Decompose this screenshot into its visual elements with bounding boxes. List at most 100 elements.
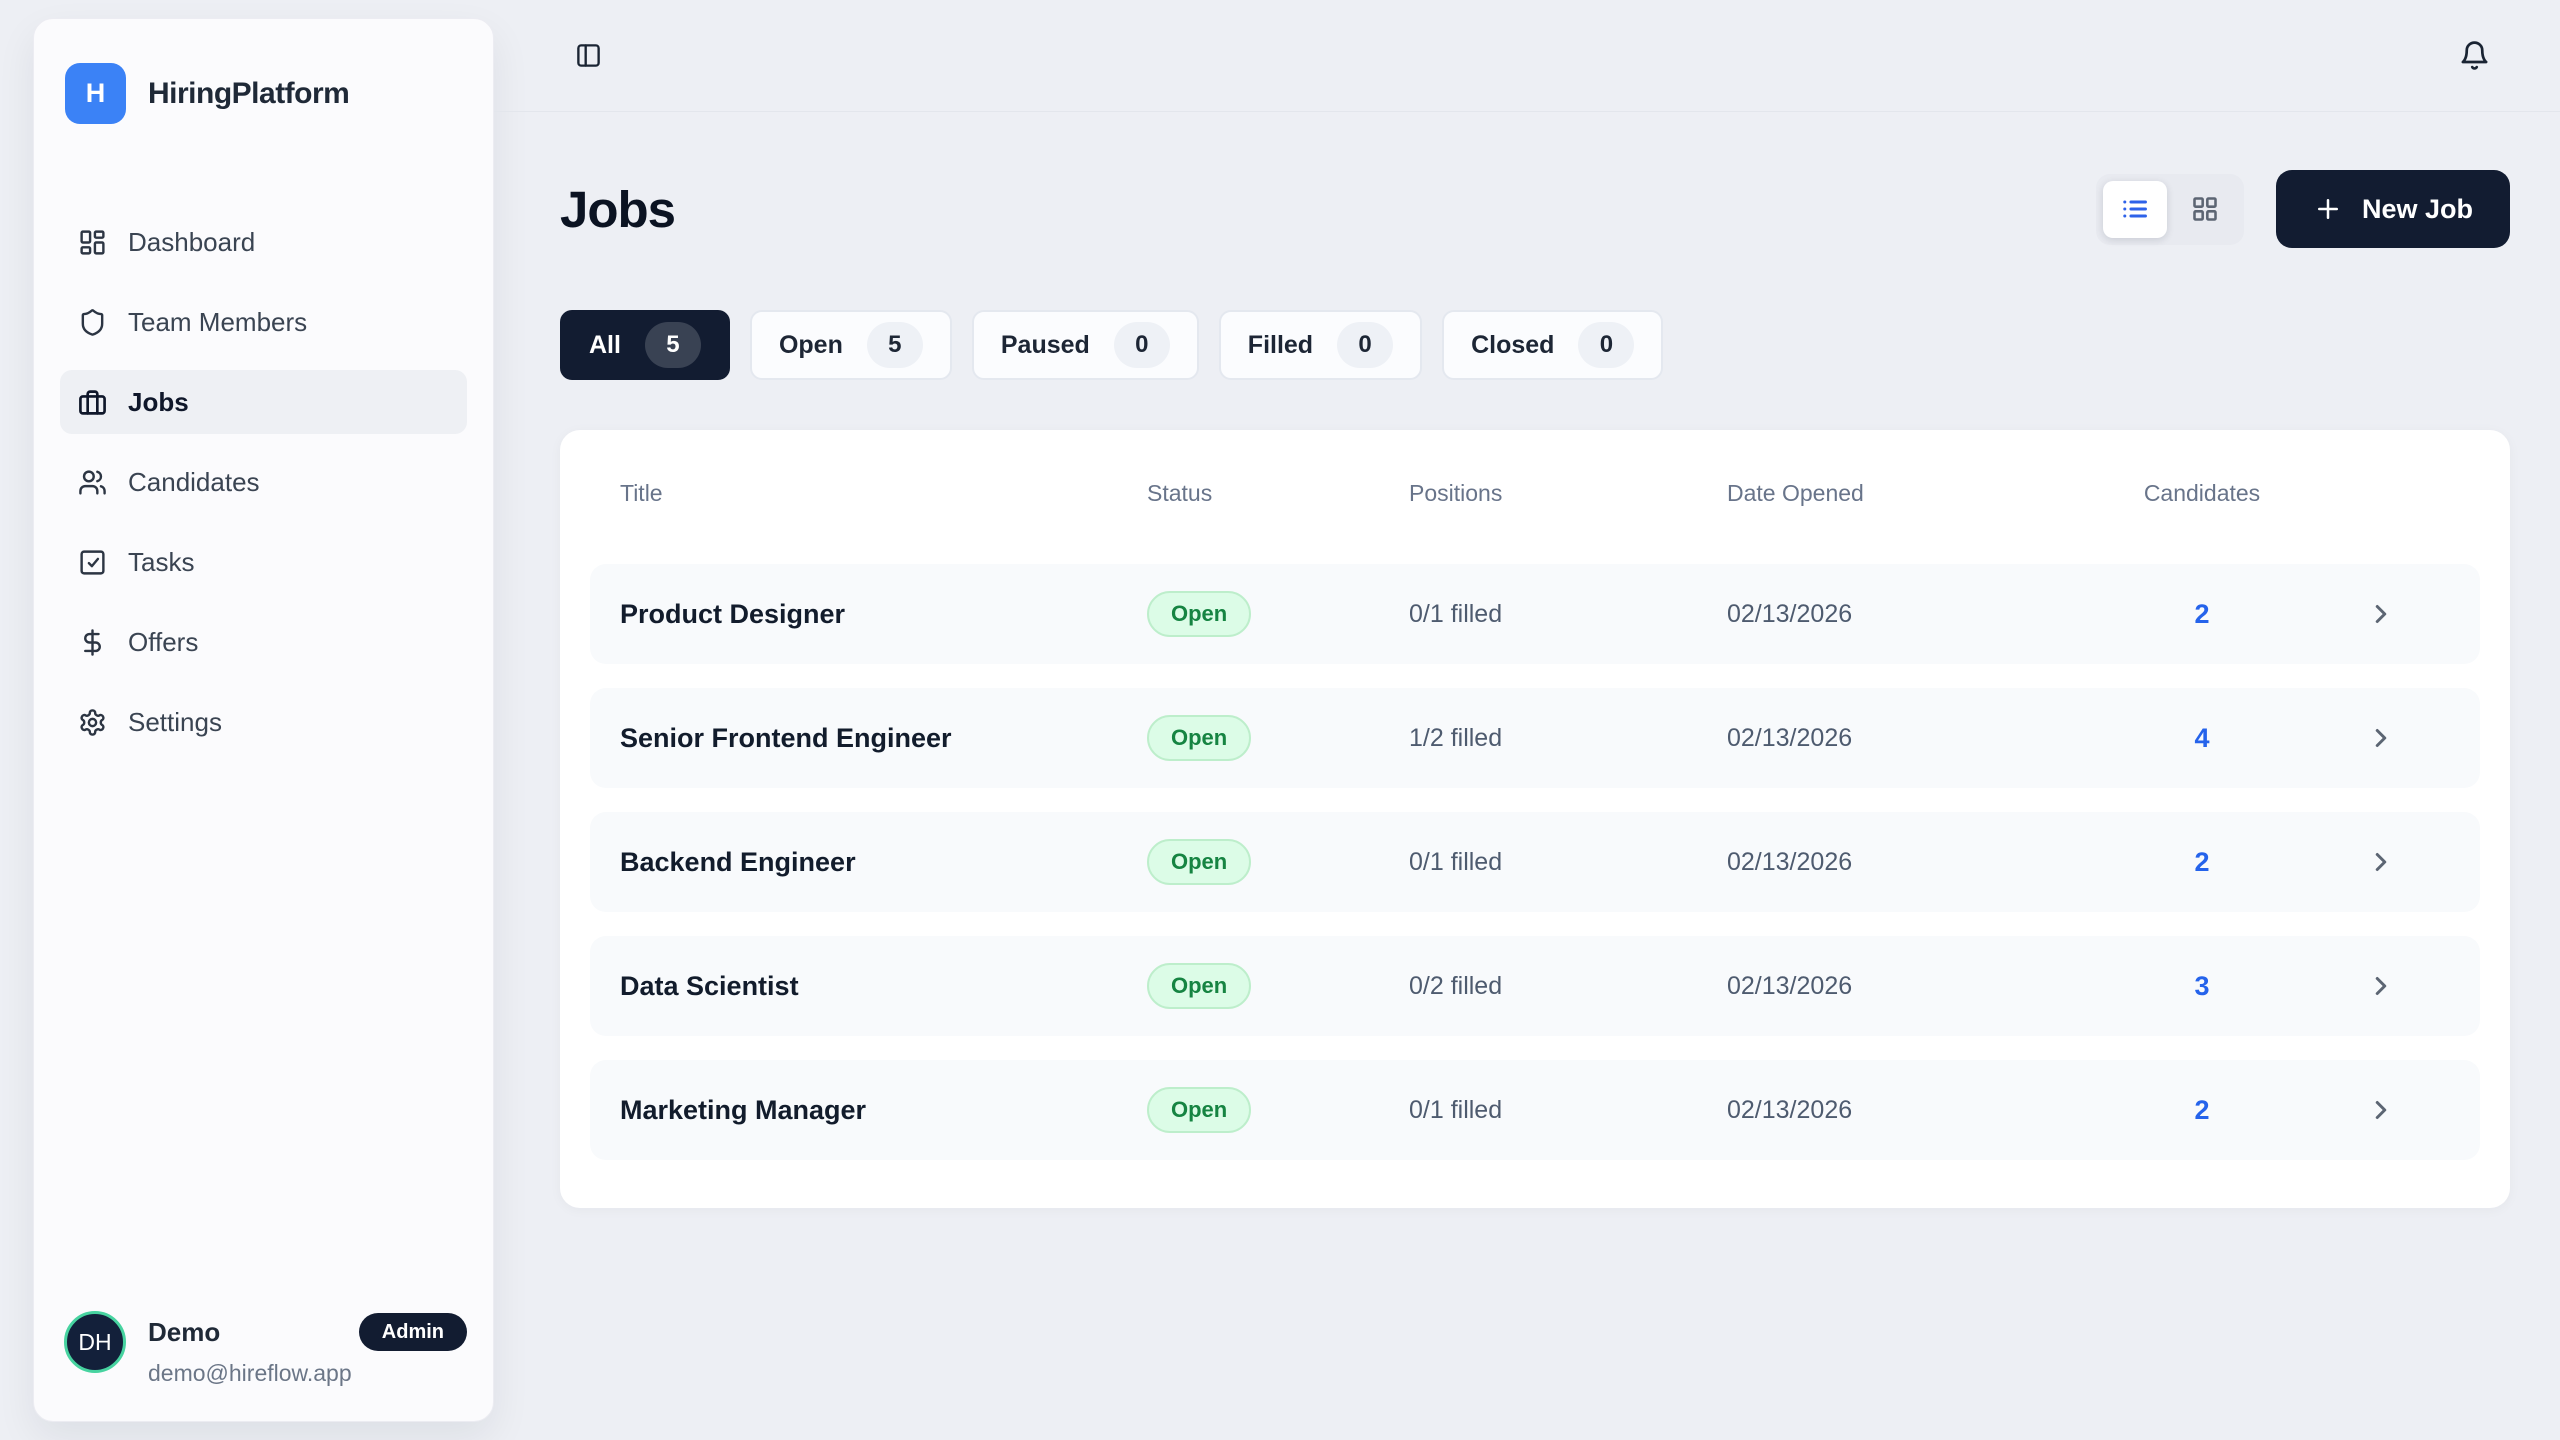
filter-tab-paused[interactable]: Paused 0 — [972, 310, 1199, 380]
role-badge: Admin — [359, 1313, 467, 1351]
table-row[interactable]: Marketing Manager Open 0/1 filled 02/13/… — [590, 1060, 2480, 1160]
filter-tab-label: Open — [779, 331, 843, 360]
positions-value: 0/1 filled — [1409, 848, 1727, 877]
positions-value: 0/2 filled — [1409, 972, 1727, 1001]
date-opened-value: 02/13/2026 — [1727, 1096, 2092, 1125]
sidebar-item-settings[interactable]: Settings — [60, 690, 467, 754]
date-opened-value: 02/13/2026 — [1727, 724, 2092, 753]
sidebar-item-tasks[interactable]: Tasks — [60, 530, 467, 594]
sidebar-item-label: Team Members — [128, 307, 307, 338]
bell-icon — [2459, 40, 2490, 71]
sidebar-item-label: Dashboard — [128, 227, 255, 258]
job-title: Backend Engineer — [620, 847, 1147, 878]
content: Jobs New Job All 5 — [494, 170, 2560, 1208]
candidates-count[interactable]: 2 — [2092, 599, 2312, 630]
date-opened-value: 02/13/2026 — [1727, 848, 2092, 877]
status-badge: Open — [1147, 963, 1251, 1009]
candidates-count[interactable]: 2 — [2092, 847, 2312, 878]
notifications-button[interactable] — [2459, 40, 2490, 71]
page-title: Jobs — [560, 180, 675, 239]
new-job-button[interactable]: New Job — [2276, 170, 2510, 248]
app-name: HiringPlatform — [148, 77, 349, 111]
list-icon — [2121, 195, 2149, 223]
briefcase-icon — [78, 388, 107, 417]
filter-tab-count: 5 — [867, 322, 923, 368]
table-row[interactable]: Product Designer Open 0/1 filled 02/13/2… — [590, 564, 2480, 664]
filter-tab-all[interactable]: All 5 — [560, 310, 730, 380]
sidebar-nav: Dashboard Team Members Jobs Candidates T… — [60, 210, 467, 754]
status-badge: Open — [1147, 715, 1251, 761]
sidebar-item-label: Jobs — [128, 387, 189, 418]
column-header-status: Status — [1147, 480, 1409, 507]
task-check-icon — [78, 548, 107, 577]
candidates-count[interactable]: 2 — [2092, 1095, 2312, 1126]
filter-tabs: All 5 Open 5 Paused 0 Filled 0 Closed 0 — [560, 310, 2510, 380]
sidebar: H HiringPlatform Dashboard Team Members … — [33, 18, 494, 1422]
filter-tab-count: 0 — [1114, 322, 1170, 368]
chevron-right-icon[interactable] — [2312, 1095, 2450, 1125]
sidebar-toggle-button[interactable] — [575, 42, 602, 69]
filter-tab-filled[interactable]: Filled 0 — [1219, 310, 1422, 380]
positions-value: 0/1 filled — [1409, 600, 1727, 629]
avatar: DH — [64, 1311, 126, 1373]
chevron-right-icon[interactable] — [2312, 723, 2450, 753]
filter-tab-count: 0 — [1337, 322, 1393, 368]
job-title: Data Scientist — [620, 971, 1147, 1002]
gear-icon — [78, 708, 107, 737]
sidebar-item-jobs[interactable]: Jobs — [60, 370, 467, 434]
sidebar-item-label: Settings — [128, 707, 222, 738]
dashboard-icon — [78, 228, 107, 257]
plus-icon — [2313, 194, 2343, 224]
job-title: Senior Frontend Engineer — [620, 723, 1147, 754]
sidebar-item-team-members[interactable]: Team Members — [60, 290, 467, 354]
table-row[interactable]: Data Scientist Open 0/2 filled 02/13/202… — [590, 936, 2480, 1036]
job-title: Marketing Manager — [620, 1095, 1147, 1126]
shield-icon — [78, 308, 107, 337]
candidates-count[interactable]: 4 — [2092, 723, 2312, 754]
positions-value: 1/2 filled — [1409, 724, 1727, 753]
user-email: demo@hireflow.app — [148, 1360, 467, 1387]
grid-view-button[interactable] — [2173, 181, 2237, 238]
new-job-label: New Job — [2362, 194, 2473, 225]
filter-tab-count: 0 — [1578, 322, 1634, 368]
view-toggle — [2096, 174, 2244, 245]
column-header-candidates: Candidates — [2092, 480, 2312, 507]
filter-tab-label: Paused — [1001, 331, 1090, 360]
candidates-count[interactable]: 3 — [2092, 971, 2312, 1002]
sidebar-toggle-icon — [575, 42, 602, 69]
chevron-right-icon[interactable] — [2312, 971, 2450, 1001]
sidebar-item-label: Offers — [128, 627, 198, 658]
filter-tab-label: All — [589, 331, 621, 360]
users-icon — [78, 468, 107, 497]
column-header-date-opened: Date Opened — [1727, 480, 2092, 507]
user-name: Demo — [148, 1317, 220, 1348]
sidebar-item-candidates[interactable]: Candidates — [60, 450, 467, 514]
grid-icon — [2191, 195, 2219, 223]
sidebar-item-dashboard[interactable]: Dashboard — [60, 210, 467, 274]
chevron-right-icon[interactable] — [2312, 599, 2450, 629]
date-opened-value: 02/13/2026 — [1727, 972, 2092, 1001]
dollar-icon — [78, 628, 107, 657]
column-header-title: Title — [620, 480, 1147, 507]
jobs-table: Title Status Positions Date Opened Candi… — [560, 430, 2510, 1208]
table-row[interactable]: Senior Frontend Engineer Open 1/2 filled… — [590, 688, 2480, 788]
user-panel[interactable]: DH Demo Admin demo@hireflow.app — [60, 1311, 467, 1387]
user-info: Demo Admin demo@hireflow.app — [148, 1311, 467, 1387]
main-area: Jobs New Job All 5 — [494, 0, 2560, 1440]
status-badge: Open — [1147, 591, 1251, 637]
filter-tab-count: 5 — [645, 322, 701, 368]
table-row[interactable]: Backend Engineer Open 0/1 filled 02/13/2… — [590, 812, 2480, 912]
positions-value: 0/1 filled — [1409, 1096, 1727, 1125]
table-header: Title Status Positions Date Opened Candi… — [590, 430, 2480, 564]
chevron-right-icon[interactable] — [2312, 847, 2450, 877]
sidebar-item-label: Candidates — [128, 467, 260, 498]
app-logo: H — [65, 63, 126, 124]
sidebar-item-offers[interactable]: Offers — [60, 610, 467, 674]
topbar — [494, 0, 2560, 112]
column-header-positions: Positions — [1409, 480, 1727, 507]
status-badge: Open — [1147, 839, 1251, 885]
filter-tab-open[interactable]: Open 5 — [750, 310, 952, 380]
status-badge: Open — [1147, 1087, 1251, 1133]
list-view-button[interactable] — [2103, 181, 2167, 238]
filter-tab-closed[interactable]: Closed 0 — [1442, 310, 1663, 380]
